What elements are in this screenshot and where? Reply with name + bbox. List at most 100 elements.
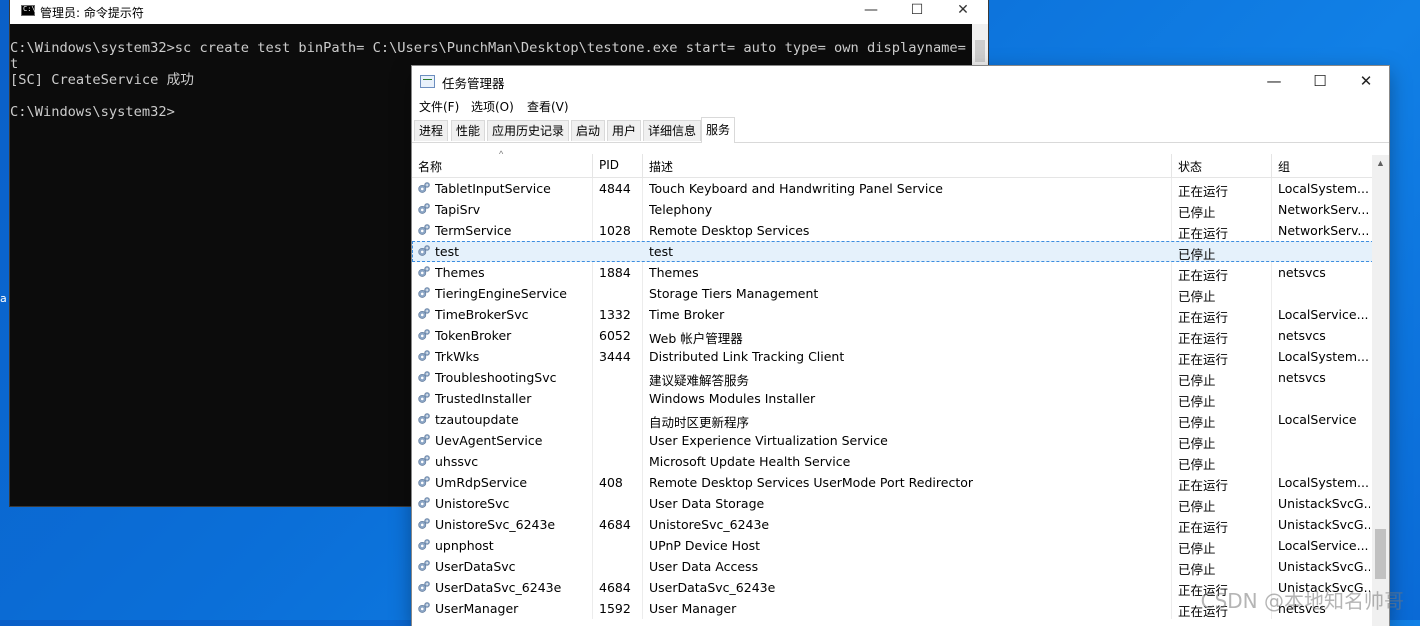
service-group: UnistackSvcG... bbox=[1278, 517, 1370, 532]
service-row[interactable]: TapiSrv Telephony 已停止 NetworkServ... bbox=[412, 199, 1389, 220]
service-status: 已停止 bbox=[1178, 562, 1216, 577]
service-row[interactable]: UevAgentService User Experience Virtualiz… bbox=[412, 430, 1389, 451]
col-header-pid[interactable]: PID bbox=[599, 158, 619, 172]
task-manager-icon bbox=[420, 75, 435, 88]
service-gear-icon bbox=[417, 349, 431, 363]
service-row[interactable]: TroubleshootingSvc 建议疑难解答服务 已停止 netsvcs bbox=[412, 367, 1389, 388]
scroll-up-icon[interactable]: ▲ bbox=[1372, 155, 1389, 172]
service-description: User Experience Virtualization Service bbox=[649, 433, 888, 448]
service-row[interactable]: test test 已停止 bbox=[412, 241, 1389, 262]
service-row[interactable]: TokenBroker 6052 Web 帐户管理器 正在运行 netsvcs bbox=[412, 325, 1389, 346]
menu-view[interactable]: 查看(V) bbox=[527, 98, 569, 115]
service-row[interactable]: TermService 1028 Remote Desktop Services 正在… bbox=[412, 220, 1389, 241]
cmd-titlebar[interactable]: C:\ 管理员: 命令提示符 — ☐ ✕ bbox=[10, 0, 988, 24]
service-description: UnistoreSvc_6243e bbox=[649, 517, 770, 532]
service-description: User Data Access bbox=[649, 559, 759, 574]
service-gear-icon bbox=[417, 475, 431, 489]
service-row[interactable]: upnphost UPnP Device Host 已停止 LocalService.… bbox=[412, 535, 1389, 556]
service-gear-icon bbox=[417, 265, 431, 279]
service-status: 正在运行 bbox=[1178, 310, 1229, 325]
tm-menubar: 文件(F) 选项(O) 查看(V) bbox=[412, 96, 1389, 116]
service-group: netsvcs bbox=[1278, 370, 1326, 385]
col-header-name[interactable]: 名称 bbox=[418, 158, 442, 175]
service-group: NetworkServ... bbox=[1278, 223, 1370, 238]
services-scroll-thumb[interactable] bbox=[1375, 529, 1386, 579]
menu-options[interactable]: 选项(O) bbox=[471, 98, 514, 115]
service-description: Windows Modules Installer bbox=[649, 391, 816, 406]
service-row[interactable]: TieringEngineService Storage Tiers Manage… bbox=[412, 283, 1389, 304]
tab-details[interactable]: 详细信息 bbox=[643, 120, 702, 141]
service-group: NetworkServ... bbox=[1278, 202, 1370, 217]
service-group: LocalService bbox=[1278, 412, 1357, 427]
service-name: UmRdpService bbox=[435, 475, 528, 490]
service-gear-icon bbox=[417, 454, 431, 468]
col-header-status[interactable]: 状态 bbox=[1178, 158, 1202, 175]
tab-users[interactable]: 用户 bbox=[607, 120, 642, 141]
tm-maximize-button[interactable]: ☐ bbox=[1297, 66, 1343, 96]
services-table-body: TabletInputService 4844 Touch Keyboard and… bbox=[412, 178, 1389, 619]
tab-services[interactable]: 服务 bbox=[701, 117, 736, 143]
service-description: 建议疑难解答服务 bbox=[649, 373, 750, 388]
service-pid: 1884 bbox=[599, 265, 631, 280]
service-status: 已停止 bbox=[1178, 373, 1216, 388]
service-row[interactable]: UnistoreSvc User Data Storage 已停止 UnistackS… bbox=[412, 493, 1389, 514]
tab-app-history[interactable]: 应用历史记录 bbox=[487, 120, 570, 141]
service-name: UevAgentService bbox=[435, 433, 543, 448]
service-gear-icon bbox=[417, 601, 431, 615]
service-row[interactable]: TrkWks 3444 Distributed Link Tracking Clie… bbox=[412, 346, 1389, 367]
col-header-description[interactable]: 描述 bbox=[649, 158, 673, 175]
service-row[interactable]: UnistoreSvc_6243e 4684 UnistoreSvc_6243e 正在… bbox=[412, 514, 1389, 535]
service-row[interactable]: UserDataSvc User Data Access 已停止 UnistackSv… bbox=[412, 556, 1389, 577]
service-row[interactable]: UmRdpService 408 Remote Desktop Services U… bbox=[412, 472, 1389, 493]
service-description: Touch Keyboard and Handwriting Panel Ser… bbox=[649, 181, 943, 196]
service-name: UserDataSvc_6243e bbox=[435, 580, 562, 595]
service-gear-icon bbox=[417, 391, 431, 405]
services-table-header: ^ 名称 PID 描述 状态 组 bbox=[412, 149, 1389, 178]
service-status: 正在运行 bbox=[1178, 184, 1229, 199]
cmd-close-button[interactable]: ✕ bbox=[940, 0, 986, 22]
service-status: 已停止 bbox=[1178, 457, 1216, 472]
services-scrollbar[interactable]: ▲ bbox=[1372, 155, 1389, 626]
cmd-minimize-button[interactable]: — bbox=[848, 0, 894, 22]
service-row[interactable]: tzautoupdate 自动时区更新程序 已停止 LocalService bbox=[412, 409, 1389, 430]
service-description: Telephony bbox=[649, 202, 713, 217]
service-description: Microsoft Update Health Service bbox=[649, 454, 851, 469]
service-description: Themes bbox=[649, 265, 699, 280]
service-status: 已停止 bbox=[1178, 436, 1216, 451]
service-name: TabletInputService bbox=[435, 181, 551, 196]
service-status: 已停止 bbox=[1178, 415, 1216, 430]
col-header-group[interactable]: 组 bbox=[1278, 158, 1290, 175]
service-pid: 4844 bbox=[599, 181, 631, 196]
tab-processes[interactable]: 进程 bbox=[414, 120, 449, 141]
tm-minimize-button[interactable]: — bbox=[1251, 66, 1297, 96]
menu-file[interactable]: 文件(F) bbox=[419, 98, 459, 115]
service-group: UnistackSvcG... bbox=[1278, 559, 1370, 574]
service-gear-icon bbox=[417, 433, 431, 447]
service-description: User Data Storage bbox=[649, 496, 765, 511]
service-gear-icon bbox=[417, 181, 431, 195]
cmd-title: 管理员: 命令提示符 bbox=[40, 6, 144, 20]
tm-titlebar[interactable]: 任务管理器 — ☐ ✕ bbox=[412, 66, 1389, 96]
service-name: TieringEngineService bbox=[435, 286, 567, 301]
cmd-scroll-thumb[interactable] bbox=[975, 40, 985, 62]
service-row[interactable]: TrustedInstaller Windows Modules Installe… bbox=[412, 388, 1389, 409]
tm-close-button[interactable]: ✕ bbox=[1343, 66, 1389, 96]
cmd-maximize-button[interactable]: ☐ bbox=[894, 0, 940, 22]
service-row[interactable]: TimeBrokerSvc 1332 Time Broker 正在运行 LocalSer… bbox=[412, 304, 1389, 325]
service-gear-icon bbox=[417, 286, 431, 300]
service-name: TimeBrokerSvc bbox=[435, 307, 529, 322]
service-status: 正在运行 bbox=[1178, 226, 1229, 241]
tab-performance[interactable]: 性能 bbox=[451, 120, 486, 141]
service-gear-icon bbox=[417, 328, 431, 342]
service-description: 自动时区更新程序 bbox=[649, 415, 750, 430]
tab-startup[interactable]: 启动 bbox=[571, 120, 606, 141]
service-row[interactable]: Themes 1884 Themes 正在运行 netsvcs bbox=[412, 262, 1389, 283]
service-row[interactable]: TabletInputService 4844 Touch Keyboard and… bbox=[412, 178, 1389, 199]
service-row[interactable]: uhssvc Microsoft Update Health Service 已停止 bbox=[412, 451, 1389, 472]
task-manager-window: 任务管理器 — ☐ ✕ 文件(F) 选项(O) 查看(V) 进程 性能 应用历史… bbox=[412, 66, 1389, 626]
service-name: tzautoupdate bbox=[435, 412, 519, 427]
service-status: 正在运行 bbox=[1178, 478, 1229, 493]
service-status: 已停止 bbox=[1178, 289, 1216, 304]
service-gear-icon bbox=[417, 580, 431, 594]
